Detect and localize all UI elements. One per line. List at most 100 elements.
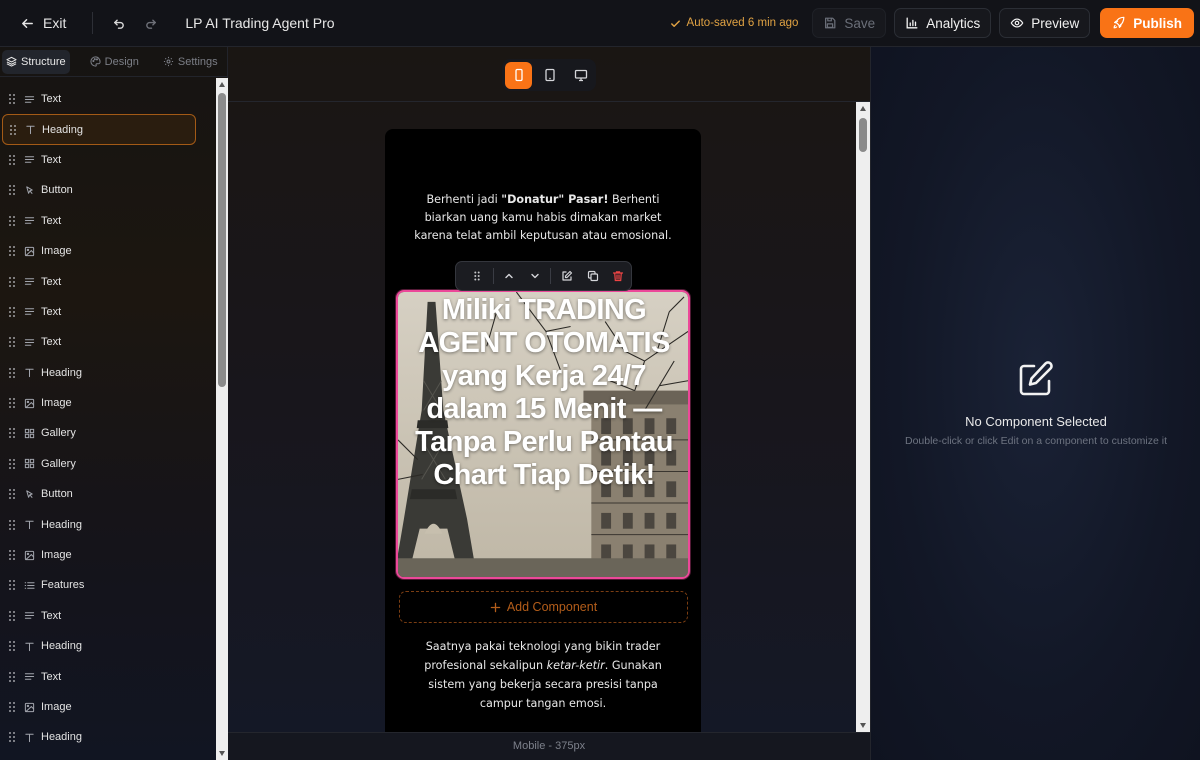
undo-icon [114, 19, 125, 29]
sidebar-scrollbar[interactable] [216, 78, 228, 760]
grip-icon[interactable] [8, 671, 16, 683]
chevron-down-icon [531, 273, 539, 279]
grip-icon[interactable] [8, 731, 16, 743]
intro-text-block[interactable]: Berhenti jadi "Donatur" Pasar! Berhenti … [413, 191, 673, 259]
grip-icon[interactable] [8, 154, 16, 166]
exit-button[interactable]: Exit [16, 8, 70, 38]
grip-icon[interactable] [8, 367, 16, 379]
grid-icon [24, 428, 36, 439]
grip-icon[interactable] [8, 306, 16, 318]
redo-button[interactable] [144, 16, 159, 31]
scroll-up-arrow[interactable] [860, 106, 866, 111]
top-bar: Exit LP AI Trading Agent Pro Auto-saved … [0, 0, 1200, 47]
grip-icon[interactable] [8, 549, 16, 561]
scrollbar-thumb[interactable] [218, 93, 226, 387]
grip-icon[interactable] [8, 336, 16, 348]
edit-button[interactable] [554, 270, 580, 282]
drag-handle[interactable] [464, 270, 490, 282]
gear-icon [163, 56, 173, 67]
tab-structure[interactable]: Structure [2, 49, 70, 74]
tree-item-text[interactable]: Text [0, 297, 210, 327]
tree-item-heading[interactable]: Heading [0, 722, 210, 752]
structure-sidebar: Structure Design Settings Text Heading Tex… [0, 47, 228, 760]
tree-item-label: Button [41, 488, 73, 501]
tree-item-gallery[interactable]: Gallery [0, 449, 210, 479]
tree-item-text[interactable]: Text [0, 145, 210, 175]
tree-item-image[interactable]: Image [0, 236, 210, 266]
tree-item-gallery[interactable]: Gallery [0, 418, 210, 448]
grip-icon[interactable] [8, 93, 16, 105]
redo-icon [146, 19, 157, 29]
grip-icon[interactable] [8, 640, 16, 652]
hero-heading-block[interactable]: Miliki TRADING AGENT OTOMATIS yang Kerja… [396, 290, 690, 579]
tree-item-heading[interactable]: Heading [0, 631, 210, 661]
scroll-up-arrow[interactable] [219, 82, 225, 87]
tree-item-button[interactable]: Button [0, 175, 210, 205]
palette-icon [90, 56, 101, 67]
desktop-view-button[interactable] [567, 62, 594, 89]
mobile-view-button[interactable] [505, 61, 532, 89]
grip-icon[interactable] [8, 215, 16, 227]
move-down-button[interactable] [522, 270, 548, 282]
grip-icon[interactable] [8, 488, 16, 500]
grip-icon[interactable] [8, 427, 16, 439]
tree-item-features[interactable]: Features [0, 570, 210, 600]
tab-design[interactable]: Design [86, 50, 143, 74]
tree-item-text[interactable]: Text [0, 84, 210, 114]
heading-t-icon [24, 732, 36, 743]
intro-text-pre: Berhenti jadi [426, 193, 502, 206]
tree-item-label: Text [41, 609, 62, 622]
analytics-button[interactable]: Analytics [894, 8, 992, 38]
scroll-down-arrow[interactable] [860, 723, 866, 728]
tree-item-heading[interactable]: Heading [0, 358, 210, 388]
device-toolbar [228, 47, 870, 102]
preview-button[interactable]: Preview [999, 8, 1091, 38]
properties-panel: No Component Selected Double-click or cl… [870, 47, 1200, 760]
grip-icon[interactable] [8, 245, 16, 257]
move-up-button[interactable] [496, 270, 522, 282]
tree-item-label: Gallery [41, 427, 76, 440]
tree-item-label: Heading [41, 731, 82, 744]
canvas-scrollbar[interactable] [856, 102, 870, 732]
body-text-block[interactable]: Saatnya pakai teknologi yang bikin trade… [413, 637, 673, 713]
publish-button[interactable]: Publish [1100, 8, 1194, 38]
grip-icon[interactable] [8, 610, 16, 622]
tablet-view-button[interactable] [536, 62, 563, 89]
tree-item-image[interactable]: Image [0, 388, 210, 418]
grip-icon[interactable] [8, 397, 16, 409]
tree-item-text[interactable]: Text [0, 206, 210, 236]
tab-settings[interactable]: Settings [159, 50, 222, 74]
add-component-button[interactable]: Add Component [399, 591, 688, 623]
tree-item-text[interactable]: Text [0, 601, 210, 631]
grip-icon[interactable] [8, 701, 16, 713]
tree-item-button[interactable]: Button [0, 479, 210, 509]
undo-button[interactable] [111, 16, 126, 31]
scrollbar-thumb[interactable] [859, 118, 867, 152]
grip-icon[interactable] [8, 458, 16, 470]
grip-icon[interactable] [8, 276, 16, 288]
save-icon [825, 17, 836, 29]
tree-item-heading[interactable]: Heading [2, 114, 196, 145]
viewport-size-label: Mobile - 375px [228, 732, 870, 760]
tree-item-text[interactable]: Text [0, 327, 210, 357]
tree-item-text[interactable]: Text [0, 661, 210, 691]
edit-square-icon [1019, 361, 1053, 396]
tree-item-image[interactable]: Image [0, 692, 210, 722]
tree-item-image[interactable]: Image [0, 540, 210, 570]
list-icon [24, 580, 36, 591]
delete-button[interactable] [605, 270, 631, 282]
grip-icon[interactable] [8, 519, 16, 531]
save-button[interactable]: Save [812, 8, 887, 38]
toolbar-divider [550, 268, 552, 284]
pointer-icon [24, 489, 36, 500]
grip-icon[interactable] [9, 124, 17, 136]
analytics-label: Analytics [926, 15, 981, 31]
mobile-preview-frame: Berhenti jadi "Donatur" Pasar! Berhenti … [385, 129, 701, 732]
grip-icon[interactable] [8, 579, 16, 591]
grip-icon[interactable] [8, 184, 16, 196]
tree-item-heading[interactable]: Heading [0, 509, 210, 539]
duplicate-button[interactable] [580, 270, 606, 282]
tree-item-text[interactable]: Text [0, 266, 210, 296]
image-icon [24, 550, 36, 561]
scroll-down-arrow[interactable] [219, 751, 225, 756]
